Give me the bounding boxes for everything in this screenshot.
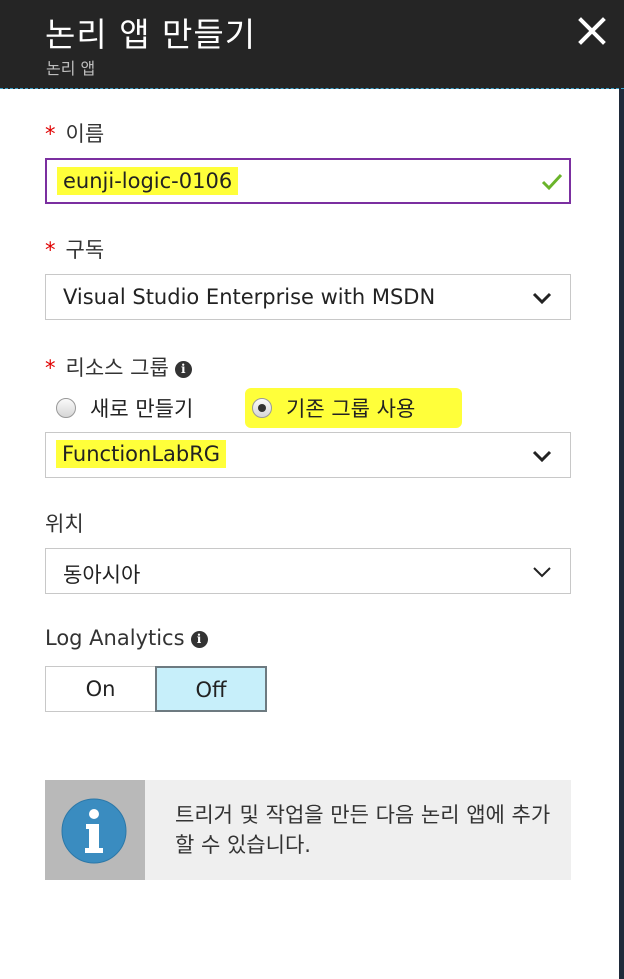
log-analytics-on-toggle[interactable]: On (45, 666, 156, 712)
info-icon[interactable]: i (190, 630, 208, 648)
resource-group-select[interactable]: FunctionLabRG (45, 432, 571, 478)
banner-icon-box (45, 780, 145, 880)
radio-selected-dot (258, 404, 266, 412)
info-banner-text: 트리거 및 작업을 만든 다음 논리 앱에 추가할 수 있습니다. (175, 803, 551, 857)
subscription-value: Visual Studio Enterprise with MSDN (63, 285, 436, 309)
page-subtitle: 논리 앱 (46, 59, 96, 78)
subscription-select[interactable]: Visual Studio Enterprise with MSDN (45, 274, 571, 320)
chevron-down-icon (532, 450, 552, 462)
close-icon (578, 17, 606, 45)
name-input[interactable]: eunji-logic-0106 (45, 158, 571, 204)
resource-group-label: * 리소스 그룹 i (45, 352, 192, 382)
radio-use-existing-label[interactable]: 기존 그룹 사용 (286, 393, 415, 423)
close-button[interactable] (576, 15, 608, 47)
blade-border (619, 89, 624, 979)
chevron-down-icon (532, 292, 552, 304)
name-value: eunji-logic-0106 (57, 167, 239, 195)
log-analytics-label: Log Analytics i (45, 626, 208, 650)
blade-header: 논리 앱 만들기 논리 앱 (0, 0, 624, 89)
location-select[interactable]: 동아시아 (45, 548, 571, 594)
radio-create-new[interactable] (56, 398, 76, 418)
required-marker: * (45, 356, 56, 380)
info-icon (61, 798, 127, 864)
radio-use-existing[interactable] (252, 398, 272, 418)
check-icon (541, 173, 563, 191)
subscription-label: * 구독 (45, 238, 105, 262)
required-marker: * (45, 122, 56, 146)
name-label: * 이름 (45, 122, 105, 146)
page-title: 논리 앱 만들기 (45, 15, 257, 54)
info-icon[interactable]: i (174, 360, 192, 378)
location-value: 동아시아 (63, 563, 141, 587)
required-marker: * (45, 238, 56, 262)
radio-create-new-label[interactable]: 새로 만들기 (90, 393, 193, 423)
log-analytics-off-toggle[interactable]: Off (155, 666, 267, 712)
location-label: 위치 (45, 512, 84, 536)
chevron-down-icon (533, 567, 551, 578)
resource-group-value: FunctionLabRG (56, 440, 227, 468)
info-banner: 트리거 및 작업을 만든 다음 논리 앱에 추가할 수 있습니다. (45, 780, 571, 880)
